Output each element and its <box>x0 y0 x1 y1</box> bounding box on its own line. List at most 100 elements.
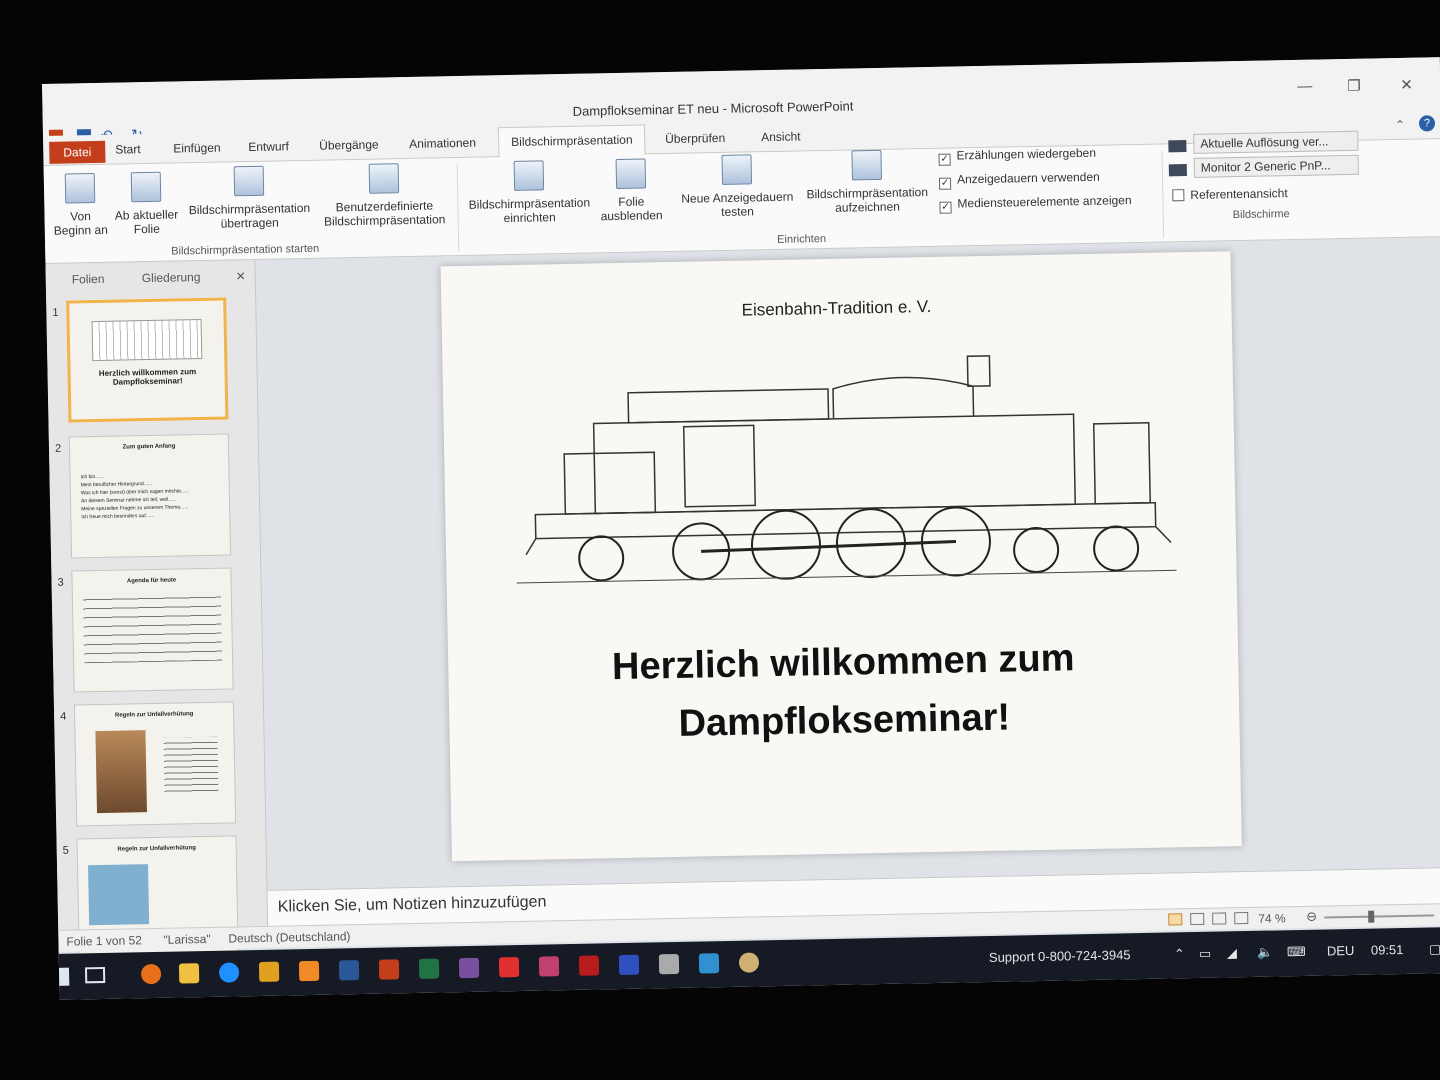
thumb-locomotive-image <box>91 318 203 362</box>
clock[interactable]: 09:51 <box>1371 942 1404 958</box>
excel-icon[interactable] <box>418 958 440 979</box>
tab-einfuegen[interactable]: Einfügen <box>173 141 221 156</box>
tab-gliederung[interactable]: Gliederung <box>142 270 201 285</box>
powerpoint-icon[interactable] <box>378 959 400 980</box>
file-explorer-icon[interactable] <box>178 963 200 984</box>
from-current-slide-button[interactable]: Ab aktueller Folie <box>112 171 181 236</box>
setup-slideshow-button[interactable]: Bildschirmpräsentation einrichten <box>462 159 597 226</box>
ribbon-separator <box>1161 150 1165 239</box>
slide-thumbnail-2[interactable]: Zum guten Anfang Ich bin...... Mein beru… <box>68 433 232 559</box>
browser-icon[interactable] <box>698 953 720 974</box>
close-pane-icon[interactable]: ✕ <box>236 269 246 283</box>
restore-icon[interactable]: ❐ <box>1347 77 1361 95</box>
skype-icon[interactable] <box>218 962 240 983</box>
monitor-dropdown[interactable]: Monitor 2 Generic PnP... <box>1193 154 1359 178</box>
reading-view-icon[interactable] <box>1212 912 1227 925</box>
normal-view-icon[interactable] <box>1168 913 1183 926</box>
broadcast-slideshow-button[interactable]: Bildschirmpräsentation übertragen <box>184 165 315 231</box>
from-current-label: Ab aktueller Folie <box>114 207 179 237</box>
network-icon[interactable]: ◢ <box>1227 945 1237 961</box>
media-controls-checkbox[interactable]: ✓ Mediensteuerelemente anzeigen <box>939 193 1132 214</box>
thumb-safety-poster-image <box>95 730 147 814</box>
zoom-level[interactable]: 74 % <box>1258 911 1286 926</box>
tab-uebergaenge[interactable]: Übergänge <box>319 138 379 153</box>
resolution-dropdown[interactable]: Aktuelle Auflösung ver... <box>1193 130 1359 154</box>
close-icon[interactable]: ✕ <box>1400 76 1413 94</box>
keyboard-icon[interactable]: ⌨ <box>1287 944 1306 960</box>
narrations-checkbox[interactable]: ✓ Erzählungen wiedergeben <box>938 146 1096 166</box>
tab-start[interactable]: Start <box>115 142 141 156</box>
slide-sorter-icon[interactable] <box>1190 912 1205 926</box>
from-beginning-button[interactable]: Von Beginn an <box>50 173 111 238</box>
network-tool-icon[interactable] <box>538 956 560 977</box>
theme-name: "Larissa" <box>163 931 211 947</box>
slide-club-name: Eisenbahn-Tradition e. V. <box>741 296 932 320</box>
zoom-slider-thumb[interactable] <box>1368 910 1375 923</box>
support-hotline[interactable]: Support 0-800-724-3945 <box>989 947 1131 965</box>
word-icon[interactable] <box>338 960 360 981</box>
minimize-icon[interactable]: — <box>1297 78 1312 95</box>
tray-expand-icon[interactable]: ⌃ <box>1174 946 1185 962</box>
checkbox-narrations[interactable]: ✓ <box>938 153 951 166</box>
rehearse-timings-button[interactable]: Neue Anzeigedauern testen <box>675 154 798 220</box>
calendar-icon[interactable] <box>458 957 480 979</box>
zoom-slider[interactable] <box>1324 914 1435 919</box>
checkbox-media-controls[interactable]: ✓ <box>939 201 952 214</box>
help-icon[interactable]: ? <box>1418 115 1436 132</box>
custom-slideshow-button[interactable]: Benutzerdefinierte Bildschirmpräsentatio… <box>314 162 455 229</box>
tab-folien[interactable]: Folien <box>72 272 105 287</box>
shield-icon[interactable] <box>498 957 520 978</box>
start-group-label: Bildschirmpräsentation starten <box>171 242 320 258</box>
task-view-icon[interactable] <box>84 966 106 984</box>
setup-label: Bildschirmpräsentation einrichten <box>468 195 591 226</box>
thumb-title: Regeln zur Unfallverhütung <box>117 845 196 853</box>
thumb-title: Regeln zur Unfallverhütung <box>114 711 194 719</box>
hide-slide-button[interactable]: Folie ausblenden <box>598 158 665 223</box>
from-beginning-label: Von Beginn an <box>53 209 108 238</box>
thumb-bullets <box>82 590 223 664</box>
app-title: Dampflokseminar ET neu - Microsoft Power… <box>572 98 854 119</box>
media-player-icon[interactable] <box>298 960 320 982</box>
custom-slideshow-icon <box>368 163 400 194</box>
remote-tool-icon[interactable] <box>618 954 640 976</box>
setup-group-label: Einrichten <box>777 232 827 246</box>
presenter-view-checkbox[interactable]: Referentenansicht <box>1172 186 1288 202</box>
tab-ueberpruefen[interactable]: Überprüfen <box>665 131 725 146</box>
timings-label: Anzeigedauern verwenden <box>956 169 1100 187</box>
thumb-line: Ich freue mich besonders auf...... <box>81 512 155 521</box>
slide-thumbnail-4[interactable]: Regeln zur Unfallverhütung <box>73 701 237 827</box>
powerpoint-window: ↶ ↻ Dampflokseminar ET neu - Microsoft P… <box>42 57 1440 1000</box>
language-indicator[interactable]: Deutsch (Deutschland) <box>228 929 350 945</box>
slideshow-view-icon[interactable] <box>1234 911 1249 925</box>
broadcast-label: Bildschirmpräsentation übertragen <box>188 200 311 231</box>
slide-thumbnail-1[interactable]: Herzlich willkommen zum Dampflokseminar! <box>66 297 229 423</box>
notifications-icon[interactable]: ▢ <box>1429 941 1440 957</box>
zoom-out-icon[interactable]: ⊖ <box>1306 909 1317 925</box>
slideshow-start-icon <box>64 173 96 204</box>
tab-datei[interactable]: Datei <box>49 140 106 164</box>
input-language[interactable]: DEU <box>1327 943 1355 959</box>
record-icon <box>851 149 882 181</box>
firefox-icon[interactable] <box>140 963 162 985</box>
checkbox-timings[interactable]: ✓ <box>938 177 952 190</box>
wps-icon[interactable] <box>738 952 760 973</box>
main-slide[interactable]: Eisenbahn-Tradition e. V. Herzlich willk… <box>440 251 1242 862</box>
hide-slide-icon <box>615 158 647 189</box>
collapse-ribbon-icon[interactable]: ⌃ <box>1395 118 1405 132</box>
windows-start-icon[interactable] <box>50 967 70 986</box>
power-icon[interactable]: ▭ <box>1199 946 1212 962</box>
thumb-photo-image <box>88 864 150 926</box>
volume-icon[interactable]: 🔈 <box>1257 945 1273 961</box>
checkbox-presenter-view[interactable] <box>1172 189 1185 202</box>
outlook-icon[interactable] <box>258 961 280 982</box>
record-slideshow-button[interactable]: Bildschirmpräsentation aufzeichnen <box>799 149 934 216</box>
tab-entwurf[interactable]: Entwurf <box>248 139 289 154</box>
acrobat-icon[interactable] <box>578 955 600 976</box>
media-controls-label: Mediensteuerelemente anzeigen <box>957 193 1132 211</box>
user-tool-icon[interactable] <box>658 953 680 975</box>
slide-thumbnail-3[interactable]: Agenda für heute <box>71 567 234 693</box>
tab-animationen[interactable]: Animationen <box>409 136 476 151</box>
timings-checkbox[interactable]: ✓ Anzeigedauern verwenden <box>938 169 1100 190</box>
tab-ansicht[interactable]: Ansicht <box>761 129 801 144</box>
hide-slide-label: Folie ausblenden <box>600 194 663 224</box>
